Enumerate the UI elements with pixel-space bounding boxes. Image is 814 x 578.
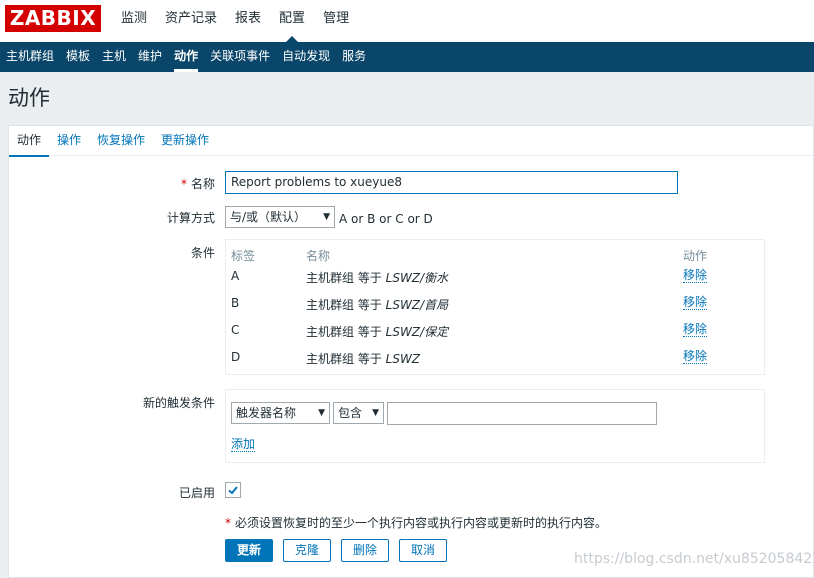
condition-label: A [231,269,240,283]
tab-action[interactable]: 动作 [9,126,50,157]
cancel-button[interactable]: 取消 [399,539,447,562]
conditions-table: 标签 名称 动作 A 主机群组 等于 LSWZ/衡水 移除 B 主机群组 等于 … [225,239,765,375]
calc-label: 计算方式 [166,211,215,225]
condition-text: 主机群组 等于 LSWZ [306,352,421,366]
tab-operations[interactable]: 操作 [49,126,89,156]
required-marker: * [225,516,231,530]
new-condition-value-input[interactable] [387,402,657,425]
main-menu-monitoring[interactable]: 监测 [112,0,156,42]
update-button[interactable]: 更新 [225,539,273,562]
name-label: * 名称 [9,175,215,192]
required-note: * 必须设置恢复时的至少一个执行内容或执行内容或更新时的执行内容。 [225,514,607,531]
new-condition-type-value: 触发器名称 [236,406,297,420]
condition-remove-link[interactable]: 移除 [683,350,708,364]
condition-remove-link[interactable]: 移除 [683,323,708,337]
page-title: 动作 [8,86,50,110]
conditions-header-action: 动作 [683,249,708,263]
main-menu-inventory[interactable]: 资产记录 [156,0,226,42]
top-header: ZABBIX 监测 资产记录 报表 配置 管理 [0,0,814,42]
new-condition-operator-value: 包含 [338,406,363,420]
chevron-down-icon: ▼ [318,408,325,418]
calc-type-select[interactable]: 与/或（默认） ▼ [225,206,335,228]
form-tabs: 动作 操作 恢复操作 更新操作 [9,126,813,157]
sub-menu-actions[interactable]: 动作 [168,42,204,72]
main-menu: 监测 资产记录 报表 配置 管理 [112,0,358,42]
sub-menu-templates[interactable]: 模板 [60,42,96,72]
delete-button[interactable]: 删除 [341,539,389,562]
action-form-card: 动作 操作 恢复操作 更新操作 * 名称 Report problems to x… [8,125,814,578]
condition-remove-link[interactable]: 移除 [683,296,708,310]
main-menu-administration[interactable]: 管理 [314,0,358,42]
main-menu-configuration[interactable]: 配置 [270,0,314,42]
sub-menu-discovery[interactable]: 自动发现 [276,42,336,72]
conditions-header-label: 标签 [231,249,256,263]
condition-remove-link[interactable]: 移除 [683,269,708,283]
sub-menu-hosts[interactable]: 主机 [96,42,132,72]
required-marker: * [180,177,187,191]
name-label-text: 名称 [190,177,215,191]
condition-label: D [231,350,241,364]
new-condition-label: 新的触发条件 [142,396,215,410]
condition-text: 主机群组 等于 LSWZ/保定 [306,325,449,339]
tab-recovery-operations[interactable]: 恢复操作 [89,126,153,156]
watermark: https://blog.csdn.net/xu852058422 [574,551,814,567]
main-menu-reports[interactable]: 报表 [226,0,270,42]
new-condition-operator-select[interactable]: 包含 ▼ [333,402,384,424]
name-input[interactable]: Report problems to xueyue8 [225,171,678,194]
sub-menu-host-groups[interactable]: 主机群组 [0,42,60,72]
zabbix-logo[interactable]: ZABBIX [5,5,101,32]
add-condition-link[interactable]: 添加 [231,438,256,452]
enabled-label: 已启用 [178,486,215,500]
condition-text: 主机群组 等于 LSWZ/首局 [306,298,449,312]
tab-update-operations[interactable]: 更新操作 [153,126,217,156]
condition-label: B [231,296,240,310]
new-condition-type-select[interactable]: 触发器名称 ▼ [231,402,330,424]
calc-expression: A or B or C or D [339,212,433,226]
conditions-label: 条件 [190,246,215,260]
required-note-text: 必须设置恢复时的至少一个执行内容或执行内容或更新时的执行内容。 [235,516,608,530]
sub-menu-event-correlation[interactable]: 关联项事件 [204,42,276,72]
sub-menu-maintenance[interactable]: 维护 [132,42,168,72]
condition-text: 主机群组 等于 LSWZ/衡水 [306,271,449,285]
condition-label: C [231,323,240,337]
calc-type-value: 与/或（默认） [230,210,307,224]
sub-menu: 主机群组 模板 主机 维护 动作 关联项事件 自动发现 服务 [0,42,814,72]
chevron-down-icon: ▼ [372,408,379,418]
enabled-checkbox[interactable] [225,482,241,498]
checkmark-icon [228,486,238,495]
clone-button[interactable]: 克隆 [283,539,331,562]
chevron-down-icon: ▼ [323,212,330,222]
sub-menu-services[interactable]: 服务 [336,42,372,72]
conditions-header-name: 名称 [306,249,331,263]
new-condition-box: 触发器名称 ▼ 包含 ▼ 添加 [225,389,765,463]
